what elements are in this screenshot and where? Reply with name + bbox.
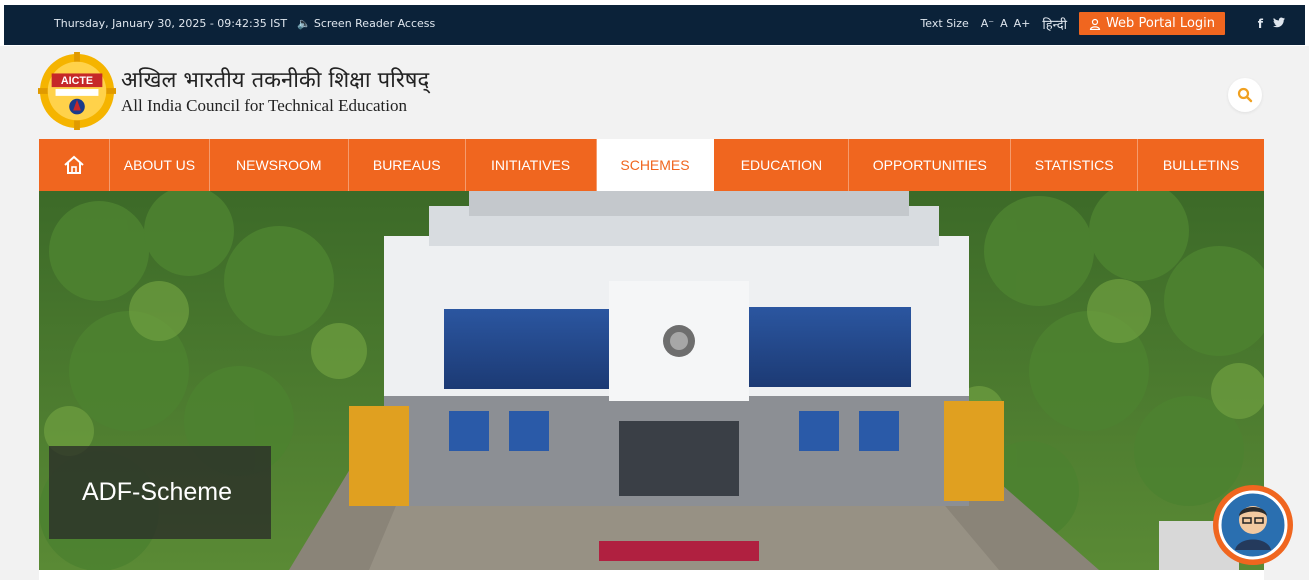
twitter-icon[interactable]	[1273, 17, 1285, 28]
font-increase-button[interactable]: A+	[1014, 17, 1031, 30]
nav-item-bureaus[interactable]: BUREAUS	[349, 139, 466, 191]
home-icon	[64, 155, 84, 174]
topbar-left: Thursday, January 30, 2025 - 09:42:35 IS…	[54, 17, 435, 30]
font-decrease-button[interactable]: A⁻	[981, 17, 994, 30]
chatbot-button[interactable]	[1213, 485, 1293, 565]
nav-item-opportunities[interactable]: OPPORTUNITIES	[849, 139, 1012, 191]
nav-item-initiatives[interactable]: INITIATIVES	[466, 139, 597, 191]
chatbot-avatar-icon	[1218, 490, 1288, 560]
aicte-logo[interactable]: AICTE	[38, 52, 116, 130]
top-utility-bar-inner: Thursday, January 30, 2025 - 09:42:35 IS…	[4, 5, 1305, 45]
home-nav-button[interactable]	[39, 139, 110, 191]
nav-item-schemes[interactable]: SCHEMES	[596, 139, 715, 191]
main-navigation: ABOUT US NEWSROOM BUREAUS INITIATIVES SC…	[39, 139, 1264, 191]
user-icon	[1089, 18, 1101, 30]
svg-text:AICTE: AICTE	[61, 75, 93, 87]
current-datetime: Thursday, January 30, 2025 - 09:42:35 IS…	[54, 17, 288, 30]
text-size-label: Text Size	[920, 17, 969, 30]
content-strip	[39, 570, 1264, 580]
site-header: AICTE अखिल भारतीय तकनीकी शिक्षा परिषद् A…	[0, 46, 1309, 138]
screen-reader-link[interactable]: 🔈 Screen Reader Access	[297, 17, 435, 30]
web-portal-login-button[interactable]: Web Portal Login	[1078, 12, 1225, 35]
nav-item-bulletins[interactable]: BULLETINS	[1138, 139, 1264, 191]
nav-item-newsroom[interactable]: NEWSROOM	[210, 139, 349, 191]
hindi-language-link[interactable]: हिन्दी	[1042, 15, 1067, 33]
nav-item-about-us[interactable]: ABOUT US	[110, 139, 210, 191]
hero-caption: ADF-Scheme	[49, 446, 271, 539]
topbar-right: Text Size A⁻ A A+ हिन्दी Web Portal Logi…	[920, 12, 1285, 35]
site-title-english: All India Council for Technical Educatio…	[121, 96, 407, 115]
top-utility-bar: Thursday, January 30, 2025 - 09:42:35 IS…	[0, 0, 1309, 46]
site-title-hindi: अखिल भारतीय तकनीकी शिक्षा परिषद्	[121, 68, 430, 93]
speaker-icon: 🔈	[297, 17, 311, 30]
font-size-controls: A⁻ A A+	[981, 17, 1031, 30]
search-icon	[1237, 87, 1253, 103]
screen-reader-label: Screen Reader Access	[313, 17, 436, 30]
search-button[interactable]	[1228, 78, 1262, 112]
nav-item-education[interactable]: EDUCATION	[714, 139, 850, 191]
web-portal-login-label: Web Portal Login	[1105, 16, 1215, 31]
nav-item-statistics[interactable]: STATISTICS	[1011, 139, 1139, 191]
facebook-icon[interactable]: f	[1258, 17, 1263, 31]
font-normal-button[interactable]: A	[1000, 17, 1008, 30]
social-links: f	[1258, 17, 1285, 31]
